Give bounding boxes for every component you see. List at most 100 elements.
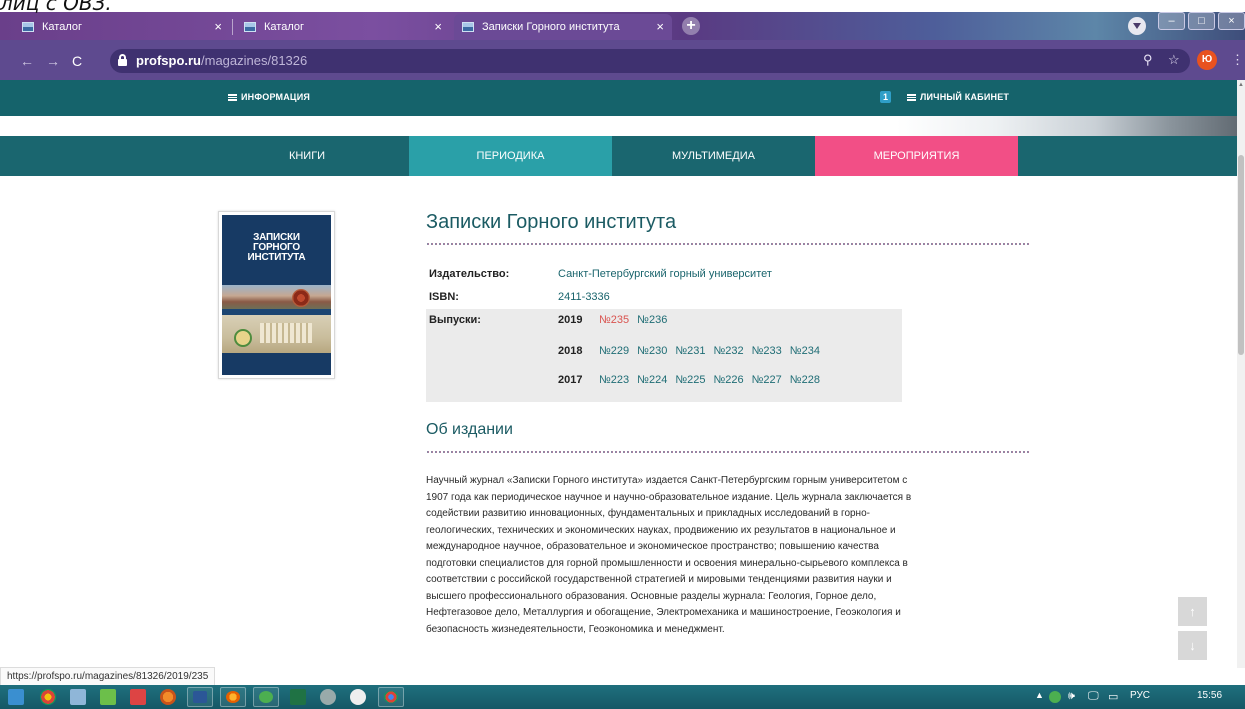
tray-chevron-icon[interactable]: ▲ [1035,690,1044,700]
scroll-up-button[interactable]: ↑ [1178,597,1207,626]
journal-cover[interactable]: ЗАПИСКИ ГОРНОГО ИНСТИТУТА [218,211,335,379]
nav-multimedia[interactable]: МУЛЬТИМЕДИА [612,136,815,176]
header-hero-image [0,116,1245,138]
about-line: Научный журнал «Записки Горного институт… [426,475,908,486]
chrome-icon[interactable] [40,689,56,705]
year-label: 2017 [558,374,583,386]
nav-books[interactable]: КНИГИ [205,136,409,176]
page-scrollbar[interactable]: ▲ [1237,80,1245,668]
about-line: геологических, технических и экономическ… [426,524,896,536]
close-icon[interactable]: × [214,19,222,34]
main-nav: КНИГИ ПЕРИОДИКА МУЛЬТИМЕДИА МЕРОПРИЯТИЯ [0,136,1245,176]
issue-link[interactable]: №230 [637,345,667,357]
browser-tab-1[interactable]: Каталог × [14,14,230,40]
url-path: /magazines/81326 [201,53,308,68]
year-row-2017: 2017 №223 №224 №225 №226 №227 №228 [558,374,828,388]
about-heading: Об издании [426,421,513,438]
about-line: подготовки специалистов для горной промы… [426,557,908,569]
about-line: Нефтегазовое дело, Металлургия и обогаще… [426,607,901,618]
issue-link[interactable]: №226 [713,374,743,386]
page-favicon-icon [244,22,256,32]
cart-badge[interactable]: 1 [880,91,892,103]
close-icon[interactable]: × [434,19,442,34]
issue-link[interactable]: №227 [752,374,782,386]
page-favicon-icon [462,22,474,32]
reload-icon[interactable]: C [72,53,82,69]
browser-tab-2[interactable]: Каталог × [236,14,450,40]
nav-events[interactable]: МЕРОПРИЯТИЯ [815,136,1018,176]
close-icon[interactable]: × [656,19,664,34]
app-icon[interactable] [100,689,116,705]
issue-link[interactable]: №236 [637,314,667,326]
url-text: profspo.ru/magazines/81326 [136,53,307,68]
tray-app-icon[interactable] [1049,691,1061,703]
tab-title: Каталог [264,21,304,33]
window-controls: – □ × [1155,12,1245,30]
browser-tab-active[interactable]: Записки Горного института × [454,14,672,40]
app-icon[interactable] [320,689,336,705]
files-icon[interactable] [70,689,86,705]
issue-link[interactable]: №232 [713,345,743,357]
avatar[interactable]: Ю [1197,50,1217,70]
about-line: 1907 года как периодическое научное и на… [426,491,912,503]
address-bar-row: ← → C profspo.ru/magazines/81326 ⚲ ☆ Ю ⋮ [0,40,1245,80]
browser-profile-icon[interactable] [1128,17,1146,35]
network-icon[interactable]: 🖵 [1088,690,1099,703]
issue-link[interactable]: №229 [599,345,629,357]
issue-link[interactable]: №223 [599,374,629,386]
volume-icon[interactable]: 🕪 [1068,690,1075,703]
scrollbar-thumb[interactable] [1238,155,1244,355]
yandex-browser-icon[interactable] [350,689,366,705]
excel-icon[interactable] [290,689,306,705]
issue-link[interactable]: №233 [752,345,782,357]
scrollbar-up-arrow-icon[interactable]: ▲ [1237,82,1245,88]
issues-label: Выпуски: [429,314,481,326]
publisher-link[interactable]: Санкт-Петербургский горный университет [558,268,772,280]
maximize-button[interactable]: □ [1188,12,1215,30]
issue-link[interactable]: №225 [675,374,705,386]
account-menu-button[interactable]: ЛИЧНЫЙ КАБИНЕТ [907,92,1009,102]
about-line: содействии развитию инновационных, фунда… [426,508,870,519]
minimize-button[interactable]: – [1158,12,1185,30]
about-text: Научный журнал «Записки Горного институт… [426,473,1046,638]
tab-title: Записки Горного института [482,21,620,33]
info-menu-button[interactable]: ИНФОРМАЦИЯ [228,92,310,102]
menu-icon [907,94,916,101]
page-favicon-icon [22,22,34,32]
lock-icon [118,54,127,66]
dotted-divider [426,451,1031,453]
browser-tab-strip: Каталог × Каталог × Записки Горного инст… [0,12,1245,40]
firefox-icon [226,691,240,703]
new-tab-button[interactable]: + [682,17,700,35]
issue-link[interactable]: №231 [675,345,705,357]
language-indicator[interactable]: РУС [1130,690,1150,701]
forward-arrow-icon[interactable]: → [46,53,60,69]
more-menu-icon[interactable]: ⋮ [1231,52,1244,68]
app-icon [259,691,273,703]
top-caption: лиц с ОВЗ. [0,0,112,15]
status-url-bubble: https://profspo.ru/magazines/81326/2019/… [0,667,216,685]
start-icon[interactable] [8,689,24,705]
url-input[interactable]: profspo.ru/magazines/81326 [110,49,1190,73]
issue-link[interactable]: №228 [790,374,820,386]
close-window-button[interactable]: × [1218,12,1245,30]
yandex-icon[interactable] [130,689,146,705]
bookmark-star-icon[interactable]: ☆ [1168,52,1180,68]
year-label: 2018 [558,345,583,357]
issue-link[interactable]: №234 [790,345,820,357]
issue-link[interactable]: №224 [637,374,667,386]
nav-periodicals[interactable]: ПЕРИОДИКА [409,136,612,176]
chrome-icon [384,691,398,703]
year-row-2019: 2019 №235 №236 [558,314,675,328]
zoom-search-icon[interactable]: ⚲ [1143,52,1153,68]
clock[interactable]: 15:56 [1197,690,1222,701]
scroll-down-button[interactable]: ↓ [1178,631,1207,660]
cover-title: ЗАПИСКИ ГОРНОГО ИНСТИТУТА [222,233,331,263]
app-icon[interactable] [160,689,176,705]
cover-title-line: ИНСТИТУТА [247,252,306,263]
battery-icon[interactable]: ▭ [1108,690,1118,703]
back-arrow-icon[interactable]: ← [20,53,34,69]
dotted-divider [426,243,1031,245]
about-line: высшего профессионального образования. О… [426,590,877,602]
issue-link[interactable]: №235 [599,314,629,326]
